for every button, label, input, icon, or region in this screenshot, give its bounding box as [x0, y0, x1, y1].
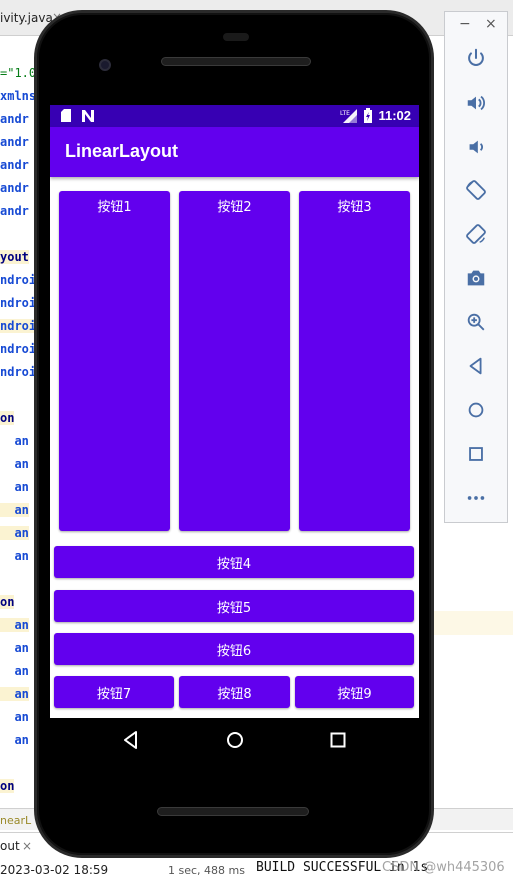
code-line: an	[0, 457, 29, 471]
code-line: an	[0, 710, 29, 724]
minimize-button[interactable]: −	[459, 16, 471, 32]
sd-card-icon	[61, 109, 71, 122]
camera-icon	[467, 270, 485, 286]
app-title: LinearLayout	[65, 141, 179, 161]
overview-button[interactable]	[459, 439, 493, 469]
rotate-left-button[interactable]	[459, 175, 493, 205]
button-2[interactable]: 按钮2	[179, 191, 290, 531]
back-icon	[469, 357, 482, 375]
battery-icon	[364, 108, 372, 123]
volume-down-icon	[469, 140, 483, 154]
code-line: an	[0, 733, 29, 747]
overview-icon	[469, 447, 483, 461]
volume-down-button[interactable]	[459, 132, 493, 162]
rotate-left-icon	[466, 180, 486, 200]
code-line: an	[0, 664, 29, 678]
code-line: andr	[0, 158, 29, 172]
app-bar: LinearLayout	[50, 127, 419, 177]
button-3[interactable]: 按钮3	[299, 191, 410, 531]
code-line: ndroi	[0, 365, 37, 379]
button-8[interactable]: 按钮8	[179, 676, 290, 708]
more-icon	[467, 496, 485, 500]
code-line: an	[0, 687, 29, 701]
n-notification-icon	[82, 110, 94, 122]
nav-home-icon[interactable]	[224, 729, 246, 751]
screenshot-button[interactable]	[459, 263, 493, 293]
home-button[interactable]	[459, 395, 493, 425]
code-line: an	[0, 503, 29, 517]
volume-up-button[interactable]	[459, 88, 493, 118]
code-line: on	[0, 779, 15, 793]
code-line: an	[0, 480, 29, 494]
code-line: ndroi	[0, 273, 37, 287]
code-line: andr	[0, 204, 29, 218]
button-1[interactable]: 按钮1	[59, 191, 170, 531]
code-line: xmlns	[0, 89, 37, 103]
button-5[interactable]: 按钮5	[54, 590, 414, 622]
code-line: on	[0, 595, 15, 609]
navigation-bar	[50, 718, 419, 762]
nav-back-icon[interactable]	[120, 729, 142, 751]
watermark: CSDN @wh445306	[382, 860, 505, 875]
code-line: yout	[0, 250, 29, 264]
power-icon	[468, 48, 484, 66]
more-button[interactable]	[459, 483, 493, 513]
clock: 11:02	[378, 108, 411, 123]
back-button[interactable]	[459, 351, 493, 381]
code-line: an	[0, 549, 29, 563]
button-6[interactable]: 按钮6	[54, 633, 414, 665]
code-line: an	[0, 434, 29, 448]
status-bar: LTE 11:02	[50, 105, 419, 127]
volume-up-icon	[467, 95, 485, 111]
nav-overview-icon[interactable]	[327, 729, 349, 751]
front-camera	[99, 59, 111, 71]
build-duration: 1 sec, 488 ms	[168, 864, 245, 877]
close-icon[interactable]: ×	[22, 839, 32, 853]
bottom-speaker	[157, 807, 309, 816]
top-speaker	[161, 57, 311, 66]
breadcrumb[interactable]: nearL	[0, 814, 31, 827]
code-line: andr	[0, 135, 29, 149]
code-line: an	[0, 526, 29, 540]
code-line: on	[0, 411, 15, 425]
power-button[interactable]	[459, 43, 493, 73]
rotate-right-button[interactable]	[459, 219, 493, 249]
button-9[interactable]: 按钮9	[295, 676, 414, 708]
earpiece	[223, 33, 249, 41]
build-timestamp: 2023-03-02 18:59	[0, 863, 109, 877]
zoom-button[interactable]	[459, 307, 493, 337]
button-4[interactable]: 按钮4	[54, 546, 414, 578]
zoom-icon	[467, 313, 485, 331]
code-line: ndroi	[0, 342, 37, 356]
code-line: ndroi	[0, 296, 37, 310]
code-line: an	[0, 618, 29, 632]
rotate-right-icon	[466, 224, 486, 244]
device-screen: LTE 11:02 LinearLayout 按钮1 按钮2 按钮3 按钮4 按…	[50, 105, 419, 718]
close-button[interactable]: ×	[485, 16, 497, 32]
code-line: andr	[0, 112, 29, 126]
code-line: andr	[0, 181, 29, 195]
code-line: ="1.0	[0, 66, 37, 80]
run-tab[interactable]: out	[0, 839, 20, 853]
code-line: an	[0, 641, 29, 655]
button-7[interactable]: 按钮7	[54, 676, 174, 708]
editor-tab[interactable]: ivity.java	[0, 11, 53, 25]
signal-icon	[343, 109, 357, 123]
code-line: ndroi	[0, 319, 37, 333]
emulator-toolbar: − ×	[444, 11, 508, 523]
home-icon	[468, 402, 484, 418]
